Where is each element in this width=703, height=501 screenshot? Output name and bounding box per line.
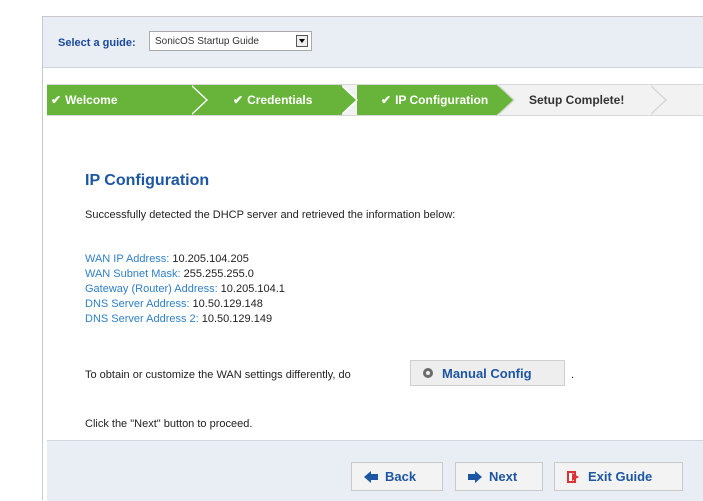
manual-config-button[interactable]: Manual Config <box>410 360 565 386</box>
field-value: 255.255.255.0 <box>183 268 254 280</box>
footer-bar: Back Next Exit Guide <box>47 440 703 501</box>
arrow-right-icon <box>468 471 482 483</box>
guide-select-value: SonicOS Startup Guide <box>155 36 259 47</box>
proceed-text: Click the "Next" button to proceed. <box>85 418 253 430</box>
customize-text: To obtain or customize the WAN settings … <box>85 369 351 381</box>
back-label: Back <box>385 469 417 484</box>
step-welcome: ✔ Welcome <box>47 85 192 115</box>
step-credentials: ✔ Credentials <box>207 85 342 115</box>
gear-icon <box>423 368 433 378</box>
back-button[interactable]: Back <box>351 462 443 491</box>
step-label: Welcome <box>65 93 118 107</box>
info-row: Gateway (Router) Address: 10.205.104.1 <box>85 283 285 295</box>
arrow-left-icon <box>364 471 378 483</box>
info-row: DNS Server Address 2: 10.50.129.149 <box>85 313 272 325</box>
field-value: 10.50.129.148 <box>192 298 263 310</box>
content-panel: IP Configuration Successfully detected t… <box>47 116 703 440</box>
info-row: WAN IP Address: 10.205.104.205 <box>85 253 249 265</box>
step-label: IP Configuration <box>395 93 489 107</box>
field-label: DNS Server Address: <box>85 298 190 310</box>
field-label: WAN Subnet Mask: <box>85 268 181 280</box>
next-button[interactable]: Next <box>455 462 543 491</box>
chevron-down-icon[interactable] <box>296 35 308 47</box>
step-progress-bar: ✔ Welcome ✔ Credentials ✔ IP Configuration … <box>47 84 703 116</box>
checkmark-icon: ✔ <box>233 93 244 107</box>
step-label: Setup Complete! <box>529 93 625 107</box>
field-label: DNS Server Address 2: <box>85 313 199 325</box>
field-value: 10.205.104.1 <box>220 283 285 295</box>
guide-selector-bar: Select a guide: SonicOS Startup Guide <box>43 17 703 68</box>
intro-text: Successfully detected the DHCP server an… <box>85 209 456 221</box>
guide-label: Select a guide: <box>58 37 136 49</box>
step-ip-configuration: ✔ IP Configuration <box>357 85 497 115</box>
guide-select[interactable]: SonicOS Startup Guide <box>149 31 312 51</box>
field-value: 10.50.129.149 <box>201 313 273 325</box>
step-label: Credentials <box>247 93 313 107</box>
exit-icon <box>567 471 581 483</box>
page-title: IP Configuration <box>85 172 210 189</box>
next-label: Next <box>489 469 518 484</box>
exit-guide-label: Exit Guide <box>588 469 653 484</box>
info-row: DNS Server Address: 10.50.129.148 <box>85 298 263 310</box>
checkmark-icon: ✔ <box>51 93 62 107</box>
step-setup-complete: Setup Complete! <box>519 85 649 115</box>
field-value: 10.205.104.205 <box>172 253 249 265</box>
exit-guide-button[interactable]: Exit Guide <box>554 462 683 491</box>
field-label: WAN IP Address: <box>85 253 170 265</box>
trailing-period: . <box>571 369 575 381</box>
info-row: WAN Subnet Mask: 255.255.255.0 <box>85 268 254 280</box>
wizard-frame: Select a guide: SonicOS Startup Guide ✔ W… <box>42 16 703 501</box>
checkmark-icon: ✔ <box>381 93 392 107</box>
field-label: Gateway (Router) Address: <box>85 283 218 295</box>
manual-config-label: Manual Config <box>442 366 532 381</box>
